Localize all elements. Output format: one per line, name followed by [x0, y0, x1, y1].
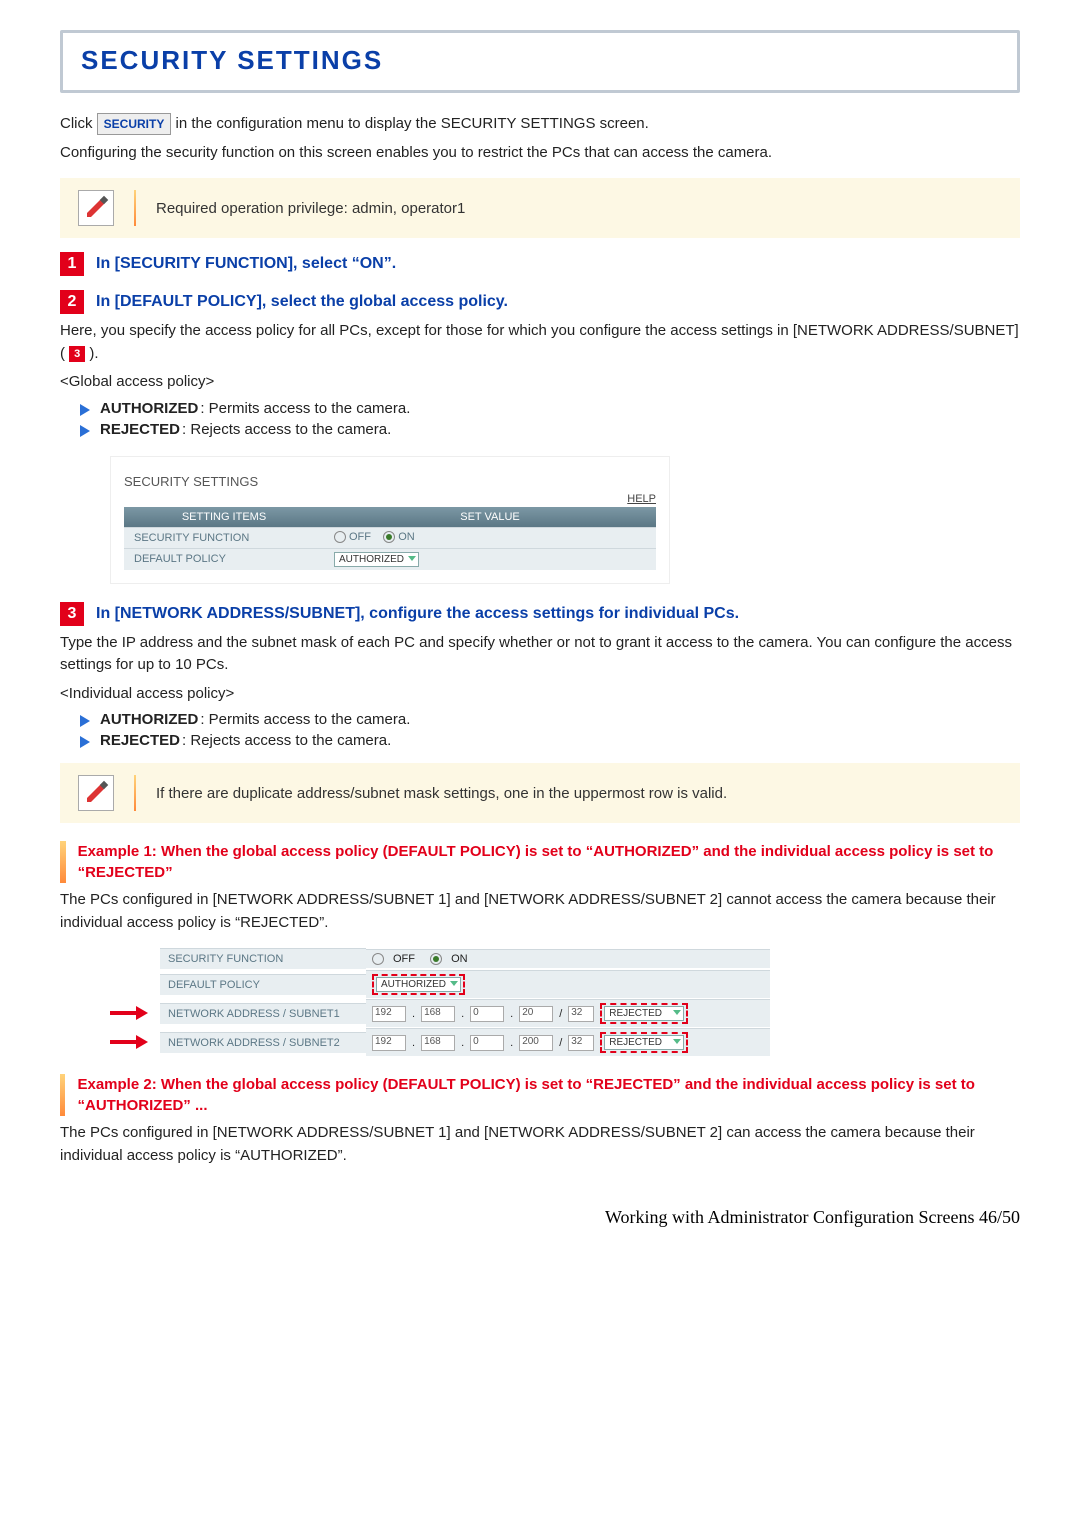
ip-octet-input[interactable]: 192	[372, 1035, 406, 1051]
bullet-rejected: REJECTED: Rejects access to the camera.	[60, 421, 1020, 438]
subnet-policy-select[interactable]: REJECTED	[604, 1006, 684, 1021]
subnet-policy-select[interactable]: REJECTED	[604, 1035, 684, 1050]
individual-policy-heading: <Individual access policy>	[60, 683, 1020, 706]
step-number-1: 1	[60, 252, 84, 276]
ip-octet-input[interactable]: 0	[470, 1035, 504, 1051]
page-footer: Working with Administrator Configuration…	[60, 1207, 1020, 1228]
ip-octet-input[interactable]: 168	[421, 1035, 455, 1051]
ip-octet-input[interactable]: 20	[519, 1006, 553, 1022]
arrow-icon	[80, 736, 90, 748]
ip-octet-input[interactable]: 168	[421, 1006, 455, 1022]
example-bar	[60, 841, 66, 883]
shot-title: SECURITY SETTINGS	[124, 474, 656, 489]
page-title-box: SECURITY SETTINGS	[60, 30, 1020, 93]
default-policy-select[interactable]: AUTHORIZED	[376, 977, 461, 992]
arrow-icon	[80, 404, 90, 416]
bullet-authorized-2: AUTHORIZED: Permits access to the camera…	[60, 711, 1020, 728]
step-number-3: 3	[60, 602, 84, 626]
shot-header: SETTING ITEMS SET VALUE	[124, 507, 656, 527]
subnet-input[interactable]: 32	[568, 1035, 594, 1051]
example-2-body: The PCs configured in [NETWORK ADDRESS/S…	[60, 1122, 1020, 1167]
example-1-heading: Example 1: When the global access policy…	[60, 841, 1020, 883]
arrow-icon	[80, 425, 90, 437]
bullet-rejected-2: REJECTED: Rejects access to the camera.	[60, 732, 1020, 749]
ip-octet-input[interactable]: 192	[372, 1006, 406, 1022]
shot-row-security-function: SECURITY FUNCTION OFF ON	[124, 527, 656, 548]
global-policy-heading: <Global access policy>	[60, 371, 1020, 394]
radio-off[interactable]	[372, 953, 384, 965]
highlight-box: AUTHORIZED	[372, 974, 465, 995]
step-3: 3 In [NETWORK ADDRESS/SUBNET], configure…	[60, 602, 1020, 626]
radio-on[interactable]	[383, 531, 395, 543]
radio-off[interactable]	[334, 531, 346, 543]
step-1: 1 In [SECURITY FUNCTION], select “ON”.	[60, 252, 1020, 276]
default-policy-select[interactable]: AUTHORIZED	[334, 552, 419, 567]
ip-octet-input[interactable]: 0	[470, 1006, 504, 1022]
example-1-body: The PCs configured in [NETWORK ADDRESS/S…	[60, 889, 1020, 934]
step-1-title: In [SECURITY FUNCTION], select “ON”.	[96, 255, 396, 273]
note-separator	[134, 190, 136, 226]
privilege-note: Required operation privilege: admin, ope…	[60, 178, 1020, 238]
ip-octet-input[interactable]: 200	[519, 1035, 553, 1051]
shot-row-default-policy: DEFAULT POLICY AUTHORIZED	[124, 548, 656, 570]
example-1-screenshot: SECURITY FUNCTION OFF ON DEFAULT POLICY …	[110, 948, 770, 1056]
privilege-text: Required operation privilege: admin, ope…	[156, 200, 465, 217]
help-link[interactable]: HELP	[124, 493, 656, 505]
callout-arrow-icon	[110, 1006, 150, 1020]
security-menu-button[interactable]: SECURITY	[97, 113, 172, 135]
step-3-desc: Type the IP address and the subnet mask …	[60, 632, 1020, 677]
duplicate-note-text: If there are duplicate address/subnet ma…	[156, 785, 727, 802]
note-separator	[134, 775, 136, 811]
highlight-box: REJECTED	[600, 1032, 688, 1053]
arrow-icon	[80, 715, 90, 727]
subnet-input[interactable]: 32	[568, 1006, 594, 1022]
example-2-heading: Example 2: When the global access policy…	[60, 1074, 1020, 1116]
page-title: SECURITY SETTINGS	[81, 45, 999, 76]
step-2-desc: Here, you specify the access policy for …	[60, 320, 1020, 365]
security-settings-screenshot: SECURITY SETTINGS HELP SETTING ITEMS SET…	[110, 456, 670, 584]
duplicate-note: If there are duplicate address/subnet ma…	[60, 763, 1020, 823]
step-number-2: 2	[60, 290, 84, 314]
pen-icon	[78, 775, 114, 811]
intro-line1: Click SECURITY in the configuration menu…	[60, 113, 1020, 136]
radio-on[interactable]	[430, 953, 442, 965]
step-3-title: In [NETWORK ADDRESS/SUBNET], configure t…	[96, 605, 739, 623]
callout-arrow-icon	[110, 1035, 150, 1049]
pen-icon	[78, 190, 114, 226]
step-2-title: In [DEFAULT POLICY], select the global a…	[96, 293, 508, 311]
example-bar	[60, 1074, 65, 1116]
bullet-authorized: AUTHORIZED: Permits access to the camera…	[60, 400, 1020, 417]
inline-step-ref-3: 3	[69, 346, 85, 362]
step-2: 2 In [DEFAULT POLICY], select the global…	[60, 290, 1020, 314]
intro-line2: Configuring the security function on thi…	[60, 142, 1020, 165]
highlight-box: REJECTED	[600, 1003, 688, 1024]
